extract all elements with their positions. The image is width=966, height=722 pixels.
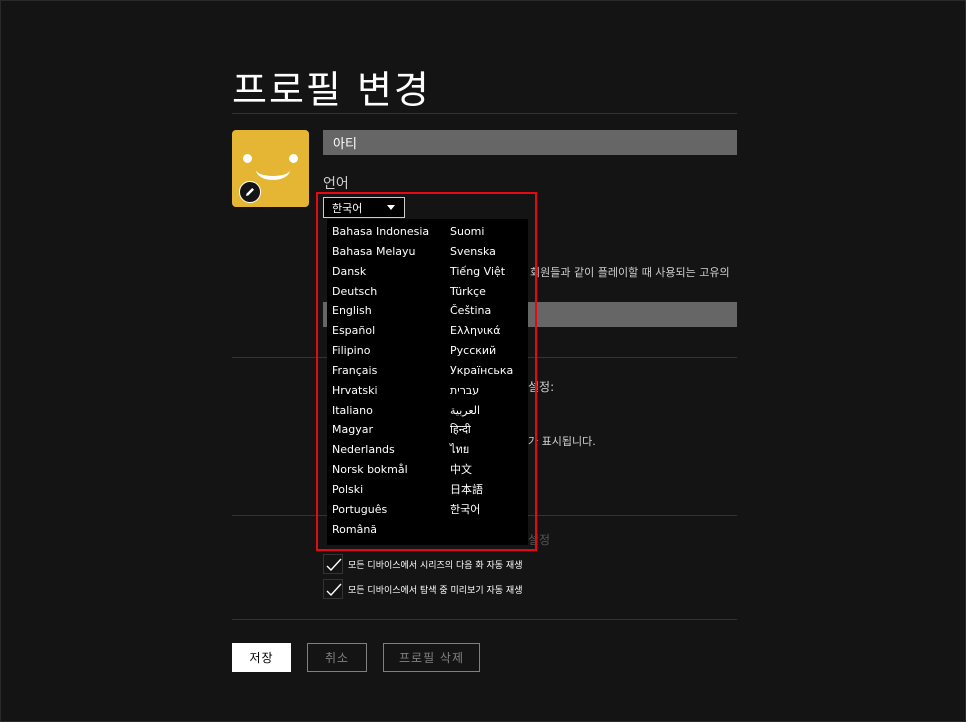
delete-profile-button[interactable]: 프로필 삭제 bbox=[383, 643, 480, 672]
settings-page: 프로필 변경 언어 한국어 회원들과 같이 플레이할 때 사용되는 고유의 설정… bbox=[0, 0, 966, 722]
autoplay-previews-row[interactable]: 모든 디바이스에서 탐색 중 미리보기 자동 재생 bbox=[323, 579, 523, 599]
autoplay-next-episode-row[interactable]: 모든 디바이스에서 시리즈의 다음 화 자동 재생 bbox=[323, 554, 523, 574]
divider bbox=[232, 619, 737, 620]
page-title: 프로필 변경 bbox=[232, 68, 431, 112]
pencil-icon[interactable] bbox=[239, 181, 261, 203]
avatar-smile bbox=[256, 160, 290, 180]
autoplay-previews-label: 모든 디바이스에서 탐색 중 미리보기 자동 재생 bbox=[348, 585, 523, 596]
avatar-eye bbox=[243, 154, 252, 163]
game-handle-description: 회원들과 같이 플레이할 때 사용되는 고유의 bbox=[530, 266, 730, 279]
autoplay-previews-checkbox[interactable] bbox=[323, 579, 343, 599]
save-button[interactable]: 저장 bbox=[232, 643, 291, 672]
profile-name-input[interactable] bbox=[323, 130, 737, 155]
maturity-description: 가 표시됩니다. bbox=[528, 435, 596, 448]
autoplay-next-episode-label: 모든 디바이스에서 시리즈의 다음 화 자동 재생 bbox=[348, 560, 523, 571]
checkmark-icon bbox=[326, 583, 342, 597]
avatar[interactable] bbox=[232, 130, 309, 207]
autoplay-next-episode-checkbox[interactable] bbox=[323, 554, 343, 574]
checkmark-icon bbox=[326, 558, 342, 572]
divider bbox=[232, 113, 737, 114]
language-label: 언어 bbox=[323, 176, 349, 192]
cancel-button[interactable]: 취소 bbox=[307, 643, 367, 672]
highlight-annotation-box bbox=[316, 192, 537, 551]
avatar-eye bbox=[289, 154, 298, 163]
